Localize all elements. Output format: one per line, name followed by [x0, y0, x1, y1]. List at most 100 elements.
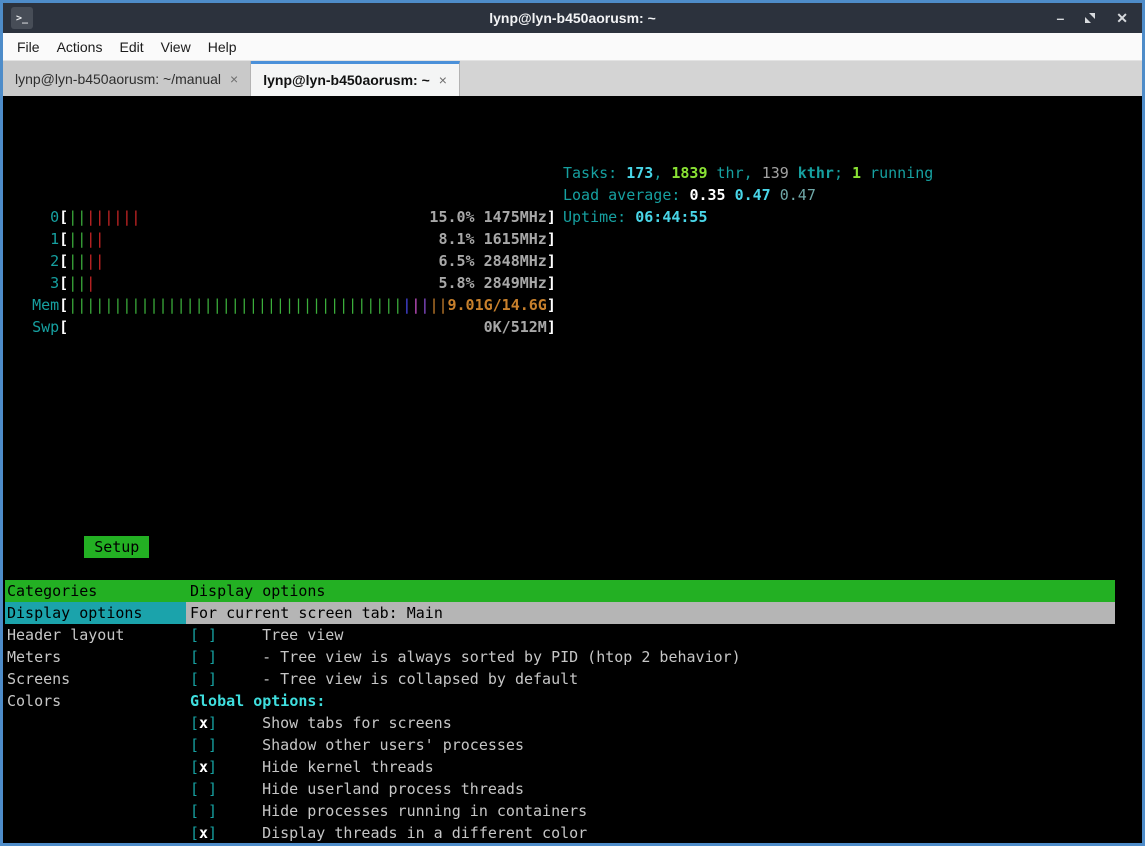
meter-swp: Swp[0K/512M] [5, 316, 1142, 338]
option-shadow-other-users-processes[interactable]: [ ]Shadow other users' processes [186, 734, 1115, 756]
option-show-tabs-for-screens[interactable]: [x]Show tabs for screens [186, 712, 1115, 734]
checkbox-open-bracket: [ [190, 648, 199, 666]
meter-value: 0K/512M [484, 316, 547, 338]
option-label: Shadow other users' processes [262, 736, 524, 754]
terminal-screen[interactable]: 0[||||||||15.0% 1475MHz]1[||||8.1% 1615M… [3, 96, 1142, 843]
option-label: Hide userland process threads [262, 780, 524, 798]
checkbox-close-bracket: ] [208, 670, 217, 688]
meter-label: 2 [5, 250, 59, 272]
meter-label: 3 [5, 272, 59, 294]
tab-label: lynp@lyn-b450aorusm: ~ [263, 72, 430, 88]
categories-header: Categories [5, 580, 186, 602]
checkbox-mark [199, 624, 208, 646]
meter-value: 8.1% 1615MHz [438, 228, 546, 250]
htop-header: 0[||||||||15.0% 1475MHz]1[||||8.1% 1615M… [5, 162, 1142, 404]
menu-edit[interactable]: Edit [119, 39, 143, 55]
checkbox-open-bracket: [ [190, 802, 199, 820]
terminal-tab-2[interactable]: lynp@lyn-b450aorusm: ~ × [251, 61, 460, 96]
window-title: lynp@lyn-b450aorusm: ~ [3, 10, 1142, 26]
checkbox-close-bracket: ] [208, 824, 217, 842]
checkbox-close-bracket: ] [208, 648, 217, 666]
meter-spacer [68, 316, 483, 338]
option-display-threads-in-a-different-color[interactable]: [x] Display threads in a different color [186, 822, 1115, 843]
checkbox-open-bracket: [ [190, 758, 199, 776]
titlebar[interactable]: >_ lynp@lyn-b450aorusm: ~ – ✕ [3, 3, 1142, 33]
menu-file[interactable]: File [17, 39, 40, 55]
option-label: - Tree view is always sorted by PID (hto… [262, 648, 741, 666]
meter-bars-pink: | [411, 294, 420, 316]
checkbox-mark: x [199, 756, 208, 778]
option-tree-view-is-collapsed-by-default[interactable]: [ ] - Tree view is collapsed by default [186, 668, 1115, 690]
checkbox-close-bracket: ] [208, 758, 217, 776]
categories-list: CategoriesDisplay optionsHeader layoutMe… [5, 580, 186, 843]
terminal-app-icon: >_ [11, 7, 33, 29]
category-screens[interactable]: Screens [5, 668, 186, 690]
option-hide-userland-process-threads[interactable]: [ ]Hide userland process threads [186, 778, 1115, 800]
close-button[interactable]: ✕ [1116, 11, 1128, 25]
option-label: Hide processes running in containers [262, 802, 587, 820]
meter-label: 1 [5, 228, 59, 250]
meter-bars-green: ||||||||||||||||||||||||||||||||||||| [68, 294, 402, 316]
meter-bars-green: || [68, 272, 86, 294]
setup-panel: CategoriesDisplay optionsHeader layoutMe… [5, 580, 1115, 843]
meter-body: ||||6.5% 2848MHz [68, 250, 547, 272]
checkbox-close-bracket: ] [208, 626, 217, 644]
meter-spacer [104, 250, 438, 272]
tasks-line: Tasks: 173, 1839 thr, 139 kthr; 1 runnin… [563, 162, 933, 184]
terminal-icon-glyph: >_ [16, 13, 28, 24]
meter-close-bracket: ] [547, 294, 556, 316]
tab-close-icon[interactable]: × [230, 71, 238, 87]
meter-close-bracket: ] [547, 316, 556, 338]
checkbox-close-bracket: ] [208, 736, 217, 754]
minimize-button[interactable]: – [1056, 11, 1064, 25]
checkbox-mark: x [199, 822, 208, 843]
meter-value: 9.01G/14.6G [448, 294, 547, 316]
checkbox-mark [199, 800, 208, 822]
meter-body: ||||||||||||||||||||||||||||||||||||||||… [68, 294, 547, 316]
meter-label: Swp [5, 316, 59, 338]
section-global-options: Global options: [186, 690, 1115, 712]
menu-actions[interactable]: Actions [57, 39, 103, 55]
checkbox-open-bracket: [ [190, 670, 199, 688]
option-hide-kernel-threads[interactable]: [x] Hide kernel threads [186, 756, 1115, 778]
checkbox-open-bracket: [ [190, 824, 199, 842]
category-colors[interactable]: Colors [5, 690, 186, 712]
option-tree-view[interactable]: [ ]Tree view [186, 624, 1115, 646]
meter-close-bracket: ] [547, 272, 556, 294]
checkbox-open-bracket: [ [190, 714, 199, 732]
option-label: Display threads in a different color [262, 824, 587, 842]
meter-body: 0K/512M [68, 316, 547, 338]
meter-bars-green: || [68, 250, 86, 272]
meter-cpu2: 2[||||6.5% 2848MHz] [5, 250, 1142, 272]
checkbox-close-bracket: ] [208, 714, 217, 732]
category-header-layout[interactable]: Header layout [5, 624, 186, 646]
meter-spacer [95, 272, 438, 294]
menu-view[interactable]: View [161, 39, 191, 55]
tab-label: lynp@lyn-b450aorusm: ~/manual [15, 71, 221, 87]
menu-help[interactable]: Help [208, 39, 237, 55]
meter-bars-red: || [86, 250, 104, 272]
option-label: Hide kernel threads [262, 758, 434, 776]
checkbox-mark: x [199, 712, 208, 734]
tab-close-icon[interactable]: × [439, 72, 447, 88]
category-display-options[interactable]: Display options [5, 602, 186, 624]
meter-open-bracket: [ [59, 206, 68, 228]
meter-spacer [104, 228, 438, 250]
restore-button[interactable] [1084, 12, 1096, 24]
meter-mem: Mem[||||||||||||||||||||||||||||||||||||… [5, 294, 1142, 316]
tabbar: lynp@lyn-b450aorusm: ~/manual×lynp@lyn-b… [3, 61, 1142, 96]
checkbox-open-bracket: [ [190, 780, 199, 798]
meter-label: Mem [5, 294, 59, 316]
meter-open-bracket: [ [59, 316, 68, 338]
option-label: - Tree view is collapsed by default [262, 670, 578, 688]
category-meters[interactable]: Meters [5, 646, 186, 668]
checkbox-close-bracket: ] [208, 802, 217, 820]
meter-body: ||||||||15.0% 1475MHz [68, 206, 547, 228]
option-hide-processes-running-in-containers[interactable]: [ ] Hide processes running in containers [186, 800, 1115, 822]
option-tree-view-is-always-sorted-by-pid-htop-2-b[interactable]: [ ] - Tree view is always sorted by PID (… [186, 646, 1115, 668]
load-average-line: Load average: 0.35 0.47 0.47 [563, 184, 933, 206]
meter-value: 5.8% 2849MHz [438, 272, 546, 294]
terminal-tab-1[interactable]: lynp@lyn-b450aorusm: ~/manual × [3, 61, 251, 96]
meter-bars-red: |||||| [86, 206, 140, 228]
menubar: File Actions Edit View Help [3, 33, 1142, 61]
